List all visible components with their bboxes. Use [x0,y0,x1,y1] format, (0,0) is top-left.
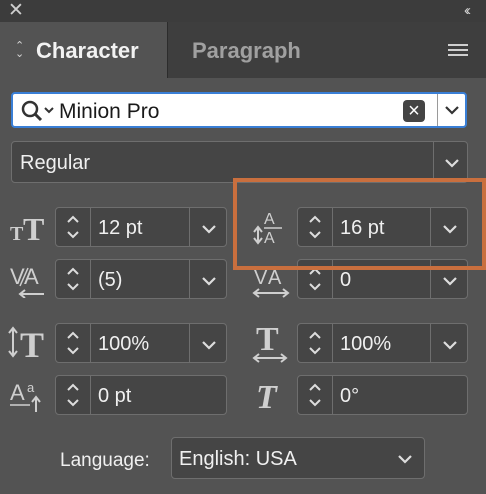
chevron-down-icon[interactable] [200,217,218,244]
character-rotation-value[interactable]: 0° [340,385,359,408]
baseline-shift-stepper[interactable] [56,376,91,414]
svg-text:T: T [256,322,279,358]
chevron-down-icon[interactable] [200,333,218,360]
panel-menu-icon[interactable] [448,44,468,58]
font-size-value[interactable]: 12 pt [98,217,142,240]
font-style-dropdown[interactable]: Regular [11,141,468,183]
horizontal-scale-stepper[interactable] [298,324,333,362]
svg-text:A: A [10,380,25,405]
character-rotation-stepper[interactable] [298,376,333,414]
svg-text:V: V [10,264,25,289]
divider [430,324,431,362]
divider [433,142,434,182]
highlight-box [233,178,486,270]
font-family-value[interactable]: Minion Pro [59,100,159,124]
svg-text:A: A [268,267,282,289]
panel-titlebar: ✕ ‹‹ [0,0,486,22]
language-dropdown[interactable]: English: USA [171,437,425,479]
collapse-icon[interactable]: ‹‹ [464,1,471,21]
character-rotation-icon: T [256,379,278,414]
svg-text:T: T [10,223,24,244]
chevron-down-icon[interactable] [441,333,459,360]
chevron-down-icon[interactable] [443,98,461,125]
character-rotation-control[interactable]: 0° [297,375,468,415]
kerning-icon: V A [10,264,44,298]
language-label: Language: [60,450,150,471]
horizontal-scale-control[interactable]: 100% [297,323,468,363]
baseline-shift-icon: A a [10,380,41,412]
close-icon[interactable]: ✕ [8,1,24,21]
kerning-control[interactable]: (5) [55,259,227,299]
svg-text:T: T [23,211,44,244]
vertical-scale-icon: T [8,325,44,362]
divider [189,260,190,298]
font-style-value: Regular [20,152,91,174]
tab-paragraph[interactable]: Paragraph [192,38,301,64]
search-icon[interactable] [19,98,57,129]
svg-text:a: a [27,380,35,395]
vertical-scale-control[interactable]: 100% [55,323,227,363]
tab-divider [167,22,168,78]
chevron-down-icon[interactable] [441,269,459,296]
tab-bar: ⌃ ⌄ Character Paragraph [0,22,486,78]
chevron-down-icon[interactable] [396,447,414,474]
svg-text:A: A [24,264,39,289]
tracking-value[interactable]: 0 [340,269,351,292]
font-size-stepper[interactable] [56,208,91,246]
svg-text:V: V [254,267,268,289]
divider [189,208,190,246]
divider [189,324,190,362]
language-value: English: USA [179,448,297,470]
horizontal-scale-value[interactable]: 100% [340,333,391,356]
font-size-icon: T T [10,211,44,244]
svg-text:T: T [20,325,44,362]
tab-character[interactable]: ⌃ ⌄ Character [0,22,167,78]
chevron-down-icon[interactable] [200,269,218,296]
tab-character-label: Character [36,38,139,63]
kerning-value[interactable]: (5) [98,269,122,292]
vertical-scale-stepper[interactable] [56,324,91,362]
font-family-field[interactable]: Minion Pro × [11,92,467,128]
clear-icon[interactable]: × [403,100,425,122]
baseline-shift-control[interactable]: 0 pt [55,375,227,415]
horizontal-scale-icon: T [252,322,288,363]
divider [437,94,438,126]
vertical-scale-value[interactable]: 100% [98,333,149,356]
chevron-down-icon[interactable] [443,151,461,178]
font-size-control[interactable]: 12 pt [55,207,227,247]
kerning-stepper[interactable] [56,260,91,298]
svg-text:T: T [256,379,278,414]
panel-options-icon[interactable]: ⌃ ⌄ [15,41,24,60]
baseline-shift-value[interactable]: 0 pt [98,385,131,408]
